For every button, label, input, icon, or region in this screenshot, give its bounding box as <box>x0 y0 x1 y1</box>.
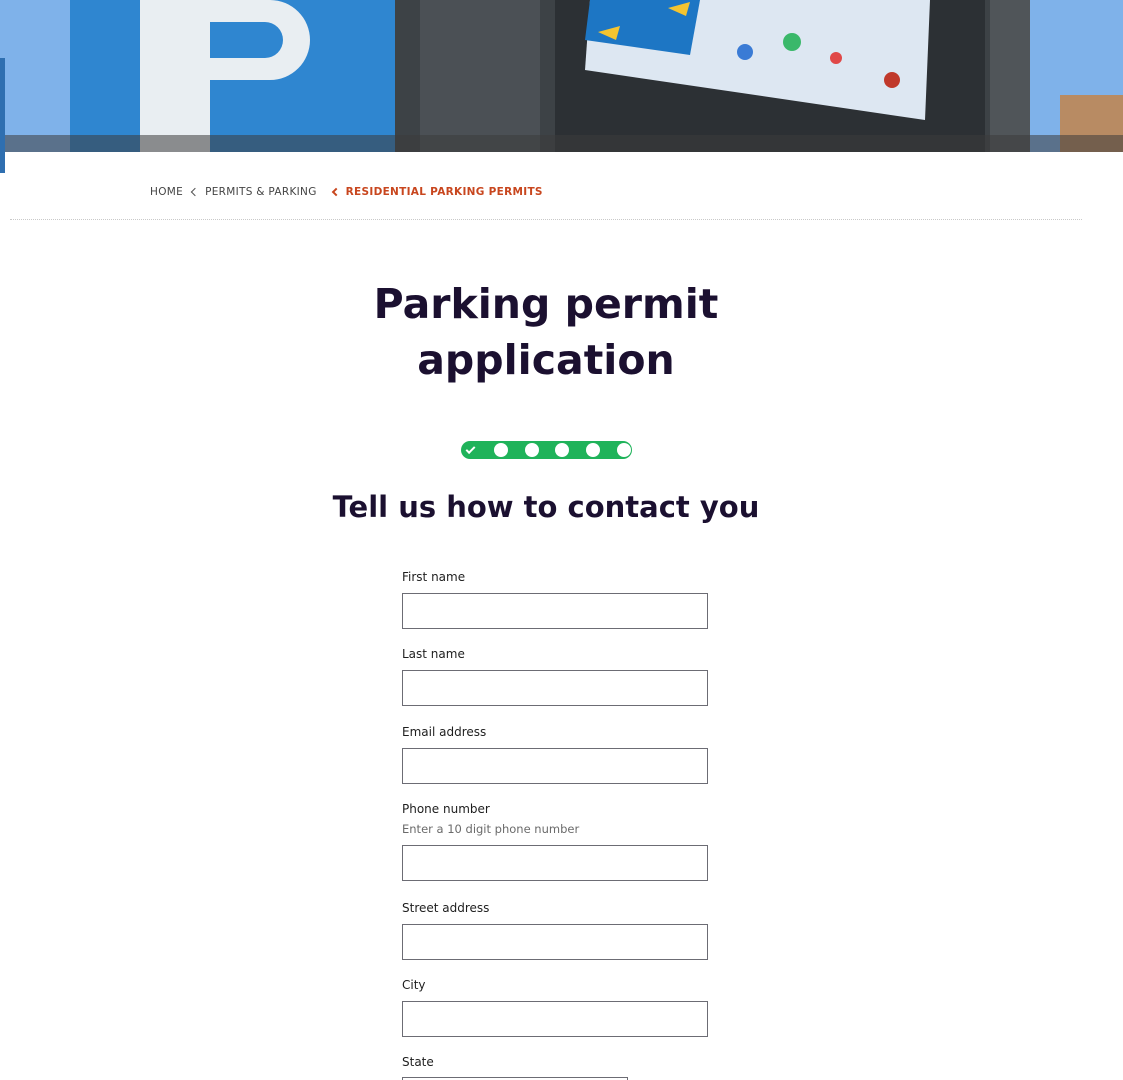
progress-indicator <box>461 441 632 459</box>
first-name-label: First name <box>402 570 466 584</box>
step-3 <box>524 443 539 457</box>
hero-overlay <box>0 135 1123 152</box>
street-input[interactable] <box>402 924 708 960</box>
section-title: Tell us how to contact you <box>332 490 760 524</box>
city-label: City <box>402 978 426 992</box>
step-1-complete <box>463 443 477 457</box>
first-name-input[interactable] <box>402 593 708 629</box>
step-2 <box>493 443 508 457</box>
step-6 <box>616 443 631 457</box>
city-input[interactable] <box>402 1001 708 1037</box>
breadcrumb-home-link[interactable]: HOME <box>150 186 183 198</box>
email-label: Email address <box>402 725 487 739</box>
chevron-left-icon <box>190 187 200 197</box>
street-label: Street address <box>402 901 490 915</box>
parking-meter-illustration <box>0 0 1123 152</box>
email-input[interactable] <box>402 748 708 784</box>
phone-hint: Enter a 10 digit phone number <box>402 822 580 836</box>
check-icon <box>465 443 475 454</box>
chevron-left-icon <box>331 187 340 197</box>
phone-label: Phone number <box>402 802 490 816</box>
page-title-text: Parking permit application <box>373 280 719 384</box>
breadcrumb: HOME PERMITS & PARKING RESIDENTIAL PARKI… <box>150 186 543 198</box>
breadcrumb-permits-link[interactable]: PERMITS & PARKING <box>205 186 317 198</box>
page-title: Parking permit application <box>0 276 1092 388</box>
last-name-input[interactable] <box>402 670 708 706</box>
step-5 <box>586 443 601 457</box>
hero-edge-accent <box>0 58 5 173</box>
state-label: State <box>402 1055 434 1069</box>
hero-image <box>0 0 1123 152</box>
step-4 <box>555 443 570 457</box>
last-name-label: Last name <box>402 647 465 661</box>
phone-input[interactable] <box>402 845 708 881</box>
breadcrumb-divider <box>10 219 1082 220</box>
breadcrumb-residential-link[interactable]: RESIDENTIAL PARKING PERMITS <box>346 186 543 198</box>
